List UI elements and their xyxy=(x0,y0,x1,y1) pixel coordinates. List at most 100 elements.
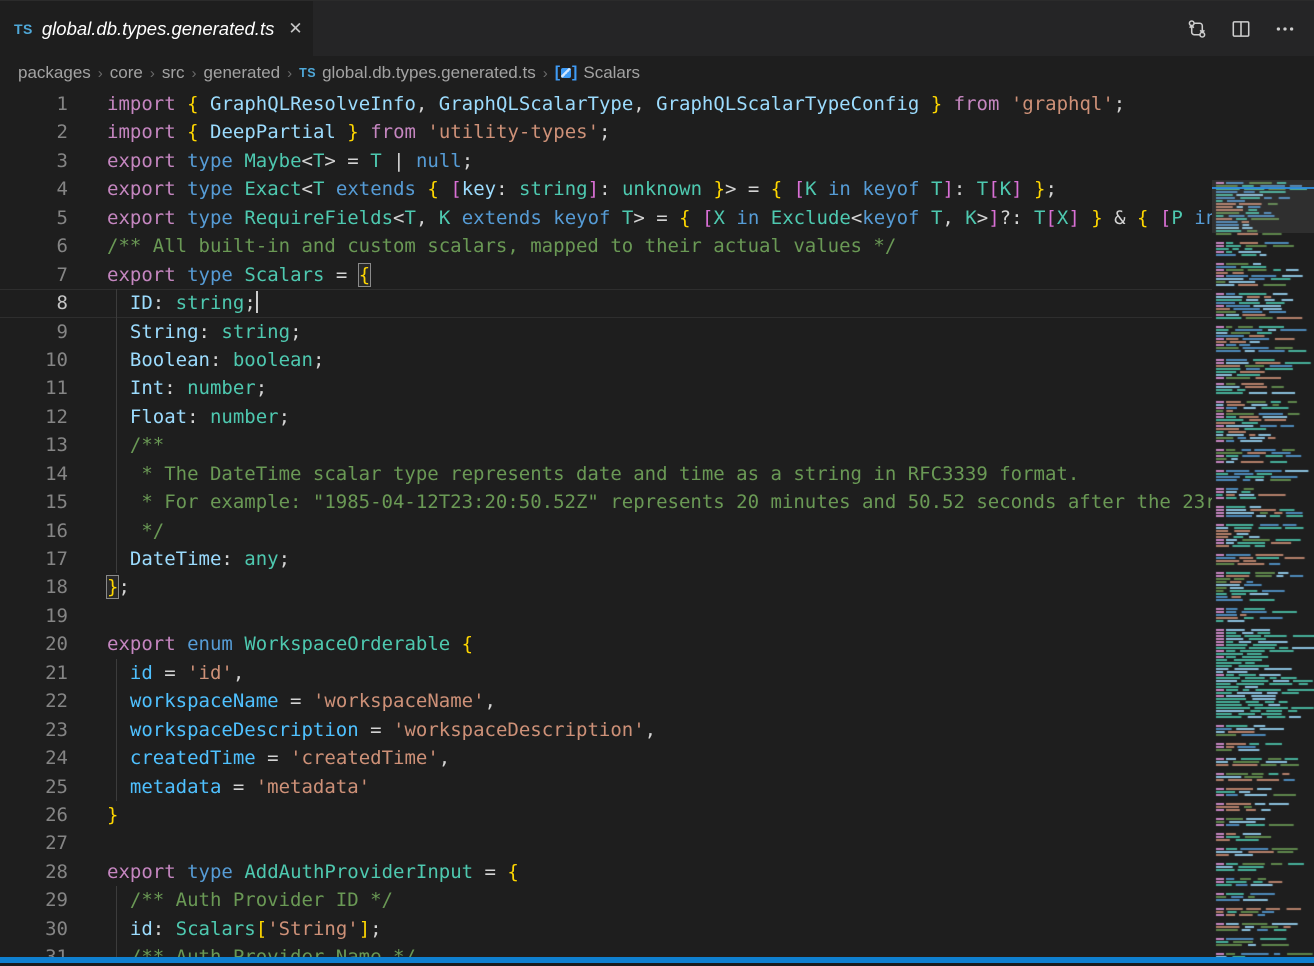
code-line-10[interactable]: 10 Boolean: boolean; xyxy=(0,346,1212,374)
line-number: 15 xyxy=(0,488,68,516)
line-content xyxy=(68,829,1212,857)
code-line-28[interactable]: 28export type AddAuthProviderInput = { xyxy=(0,858,1212,886)
line-number: 20 xyxy=(0,630,68,658)
line-number: 8 xyxy=(0,289,68,317)
line-content: export type Scalars = { xyxy=(68,261,1212,289)
line-content: export type Maybe<T> = T | null; xyxy=(68,147,1212,175)
code-editor[interactable]: 1import { GraphQLResolveInfo, GraphQLSca… xyxy=(0,90,1314,957)
line-content: export enum WorkspaceOrderable { xyxy=(68,630,1212,658)
code-lines: 1import { GraphQLResolveInfo, GraphQLSca… xyxy=(0,90,1212,957)
breadcrumb-label: src xyxy=(162,63,185,83)
more-actions-icon[interactable] xyxy=(1270,14,1300,44)
line-content: Float: number; xyxy=(68,403,1212,431)
minimap-current-line-marker xyxy=(1212,187,1314,189)
breadcrumb-item-global-db-types-generated-ts[interactable]: TS global.db.types.generated.ts xyxy=(299,63,536,83)
editor-actions xyxy=(1182,1,1314,56)
code-line-16[interactable]: 16 */ xyxy=(0,517,1212,545)
line-content: createdTime = 'createdTime', xyxy=(68,744,1212,772)
indent-guide xyxy=(116,915,117,943)
line-content: } xyxy=(68,801,1212,829)
line-content: /** Auth Provider ID */ xyxy=(68,886,1212,914)
code-line-3[interactable]: 3export type Maybe<T> = T | null; xyxy=(0,147,1212,175)
code-line-5[interactable]: 5export type RequireFields<T, K extends … xyxy=(0,204,1212,232)
line-number: 30 xyxy=(0,915,68,943)
line-number: 1 xyxy=(0,90,68,118)
compare-changes-icon[interactable] xyxy=(1182,14,1212,44)
code-line-14[interactable]: 14 * The DateTime scalar type represents… xyxy=(0,460,1212,488)
breadcrumb-label: global.db.types.generated.ts xyxy=(322,63,536,83)
indent-guide xyxy=(116,659,117,687)
code-line-20[interactable]: 20export enum WorkspaceOrderable { xyxy=(0,630,1212,658)
breadcrumb-item-packages[interactable]: packages xyxy=(18,63,91,83)
indent-guide xyxy=(116,403,117,431)
line-content: /** All built-in and custom scalars, map… xyxy=(68,232,1212,260)
editor-tab-bar: TS global.db.types.generated.ts ✕ xyxy=(0,0,1314,56)
code-line-12[interactable]: 12 Float: number; xyxy=(0,403,1212,431)
indent-guide xyxy=(116,374,117,402)
breadcrumb-item-generated[interactable]: generated xyxy=(204,63,281,83)
indent-guide xyxy=(116,687,117,715)
code-line-8[interactable]: 8 ID: string; xyxy=(0,289,1212,317)
code-line-18[interactable]: 18}; xyxy=(0,573,1212,601)
line-content: }; xyxy=(68,573,1212,601)
breadcrumb-label: packages xyxy=(18,63,91,83)
code-line-19[interactable]: 19 xyxy=(0,602,1212,630)
breadcrumb-item-scalars[interactable]: []Scalars xyxy=(555,63,640,83)
indent-guide xyxy=(116,886,117,914)
line-content: export type AddAuthProviderInput = { xyxy=(68,858,1212,886)
indent-guide xyxy=(116,545,117,573)
line-number: 2 xyxy=(0,118,68,146)
code-line-26[interactable]: 26} xyxy=(0,801,1212,829)
code-line-13[interactable]: 13 /** xyxy=(0,431,1212,459)
indent-guide xyxy=(116,943,117,957)
line-number: 16 xyxy=(0,517,68,545)
code-line-27[interactable]: 27 xyxy=(0,829,1212,857)
split-editor-icon[interactable] xyxy=(1226,14,1256,44)
breadcrumb-item-src[interactable]: src xyxy=(162,63,185,83)
line-number: 3 xyxy=(0,147,68,175)
vertical-scrollbar[interactable] xyxy=(1195,180,1212,957)
indent-guide xyxy=(116,346,117,374)
line-content: Int: number; xyxy=(68,374,1212,402)
close-tab-icon[interactable]: ✕ xyxy=(288,18,302,40)
code-line-1[interactable]: 1import { GraphQLResolveInfo, GraphQLSca… xyxy=(0,90,1212,118)
breadcrumb-item-core[interactable]: core xyxy=(110,63,143,83)
code-line-24[interactable]: 24 createdTime = 'createdTime', xyxy=(0,744,1212,772)
code-line-11[interactable]: 11 Int: number; xyxy=(0,374,1212,402)
line-content: Boolean: boolean; xyxy=(68,346,1212,374)
code-line-30[interactable]: 30 id: Scalars['String']; xyxy=(0,915,1212,943)
code-line-23[interactable]: 23 workspaceDescription = 'workspaceDesc… xyxy=(0,716,1212,744)
code-line-31[interactable]: 31 /** Auth Provider Name */ xyxy=(0,943,1212,957)
line-content: * For example: "1985-04-12T23:20:50.52Z"… xyxy=(68,488,1212,516)
code-line-6[interactable]: 6/** All built-in and custom scalars, ma… xyxy=(0,232,1212,260)
line-number: 9 xyxy=(0,318,68,346)
line-content: export type Exact<T extends { [key: stri… xyxy=(68,175,1212,203)
indent-guide xyxy=(116,773,117,801)
indent-guide xyxy=(116,289,117,317)
symbol-type-icon: [] xyxy=(555,64,578,82)
code-line-29[interactable]: 29 /** Auth Provider ID */ xyxy=(0,886,1212,914)
line-content: * The DateTime scalar type represents da… xyxy=(68,460,1212,488)
breadcrumb: packages›core›src›generated›TSglobal.db.… xyxy=(0,56,1314,90)
line-number: 26 xyxy=(0,801,68,829)
code-line-22[interactable]: 22 workspaceName = 'workspaceName', xyxy=(0,687,1212,715)
code-line-21[interactable]: 21 id = 'id', xyxy=(0,659,1212,687)
chevron-right-icon: › xyxy=(150,65,155,82)
indent-guide xyxy=(116,744,117,772)
code-line-4[interactable]: 4export type Exact<T extends { [key: str… xyxy=(0,175,1212,203)
code-line-2[interactable]: 2import { DeepPartial } from 'utility-ty… xyxy=(0,118,1212,146)
code-line-9[interactable]: 9 String: string; xyxy=(0,318,1212,346)
minimap[interactable] xyxy=(1212,180,1314,957)
line-number: 6 xyxy=(0,232,68,260)
line-content xyxy=(68,602,1212,630)
tab-global-db-types-generated[interactable]: TS global.db.types.generated.ts ✕ xyxy=(0,1,313,56)
line-content: id: Scalars['String']; xyxy=(68,915,1212,943)
indent-guide xyxy=(116,318,117,346)
indent-guide xyxy=(116,517,117,545)
code-line-7[interactable]: 7export type Scalars = { xyxy=(0,261,1212,289)
code-line-25[interactable]: 25 metadata = 'metadata' xyxy=(0,773,1212,801)
typescript-file-icon: TS xyxy=(299,66,316,80)
code-line-17[interactable]: 17 DateTime: any; xyxy=(0,545,1212,573)
line-number: 31 xyxy=(0,943,68,957)
code-line-15[interactable]: 15 * For example: "1985-04-12T23:20:50.5… xyxy=(0,488,1212,516)
